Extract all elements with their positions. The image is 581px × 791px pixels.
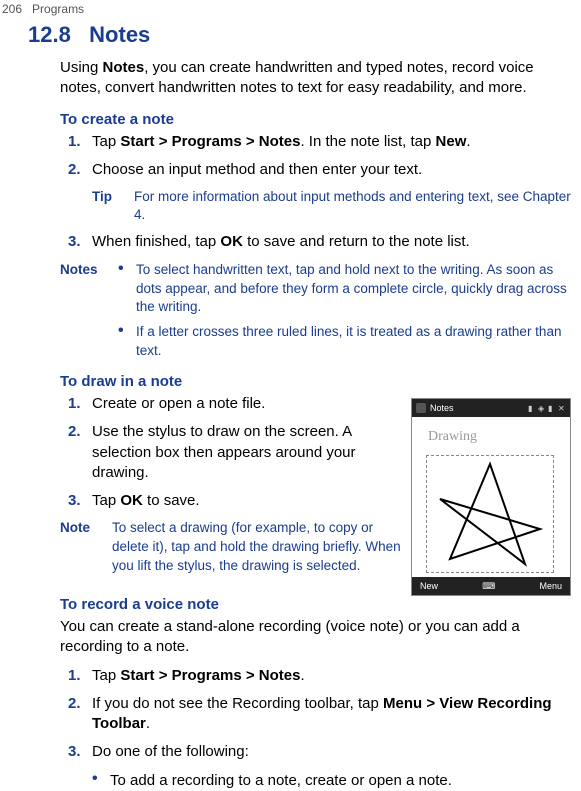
volume-icon: ▮ [548,404,556,412]
step-number: 2. [68,694,92,735]
create-step-3: 3. When finished, tap OK to save and ret… [38,232,573,252]
notes-bullet-2: • If a letter crosses three ruled lines,… [118,323,573,361]
note-text: To select a drawing (for example, to cop… [112,519,401,576]
step-number: 3. [68,742,92,762]
section-title: 12.8 Notes [28,22,573,48]
mock-titlebar: Notes ▮ ◈ ▮ ✕ [412,399,570,417]
bullet-icon: • [118,261,136,318]
create-heading: To create a note [38,111,573,128]
draw-step-2: 2. Use the stylus to draw on the screen.… [38,422,401,483]
step-number: 2. [68,160,92,180]
content-area: 12.8 Notes Using Notes, you can create h… [0,22,581,791]
signal-icon: ▮ [528,404,536,412]
record-step-1: 1. Tap Start > Programs > Notes. [38,666,573,686]
keyboard-icon: ⌨ [482,581,495,592]
step-number: 1. [68,394,92,414]
app-icon [416,403,426,413]
tip-text: For more information about input methods… [134,188,573,224]
record-heading: To record a voice note [38,596,573,613]
page-section: Programs [32,2,84,16]
page-header: 206 Programs [0,0,581,16]
draw-step-1: 1. Create or open a note file. [38,394,401,414]
record-intro: You can create a stand-alone recording (… [38,617,573,658]
intro-paragraph: Using Notes, you can create handwritten … [38,58,573,99]
bullet-icon: • [92,771,110,791]
step-number: 3. [68,232,92,252]
record-step-2: 2. If you do not see the Recording toolb… [38,694,573,735]
draw-heading: To draw in a note [38,373,573,390]
step-number: 2. [68,422,92,483]
record-step-3: 3. Do one of the following: [38,742,573,762]
notes-bullet-1: • To select handwritten text, tap and ho… [118,261,573,318]
notes-block: Notes • To select handwritten text, tap … [38,261,573,367]
tip-label: Tip [92,188,134,224]
create-step-2: 2. Choose an input method and then enter… [38,160,573,180]
mock-app-title: Notes [430,403,524,413]
record-sub-bullet-1: • To add a recording to a note, create o… [38,771,573,791]
step-number: 1. [68,666,92,686]
drawing-canvas: Drawing [412,417,570,577]
mock-bottombar: New ⌨ Menu [412,577,570,595]
tip-block: Tip For more information about input met… [38,188,573,224]
mock-new-button: New [420,581,438,591]
note-label: Note [60,519,112,576]
status-icons: ▮ ◈ ▮ ✕ [528,404,566,412]
draw-step-3: 3. Tap OK to save. [38,491,401,511]
page-number: 206 [2,2,22,16]
create-step-1: 1. Tap Start > Programs > Notes. In the … [38,132,573,152]
section-number: 12.8 [28,22,71,47]
step-number: 3. [68,491,92,511]
notes-label: Notes [60,261,118,367]
mock-menu-button: Menu [539,581,562,591]
section-heading: Notes [89,22,150,47]
step-number: 1. [68,132,92,152]
wifi-icon: ◈ [538,404,546,412]
device-screenshot: Notes ▮ ◈ ▮ ✕ Drawing New [411,398,571,596]
drawing-label: Drawing [428,429,477,445]
star-drawing-icon [430,459,550,569]
bullet-icon: • [118,323,136,361]
close-icon: ✕ [558,404,566,412]
draw-note-block: Note To select a drawing (for example, t… [38,519,401,576]
